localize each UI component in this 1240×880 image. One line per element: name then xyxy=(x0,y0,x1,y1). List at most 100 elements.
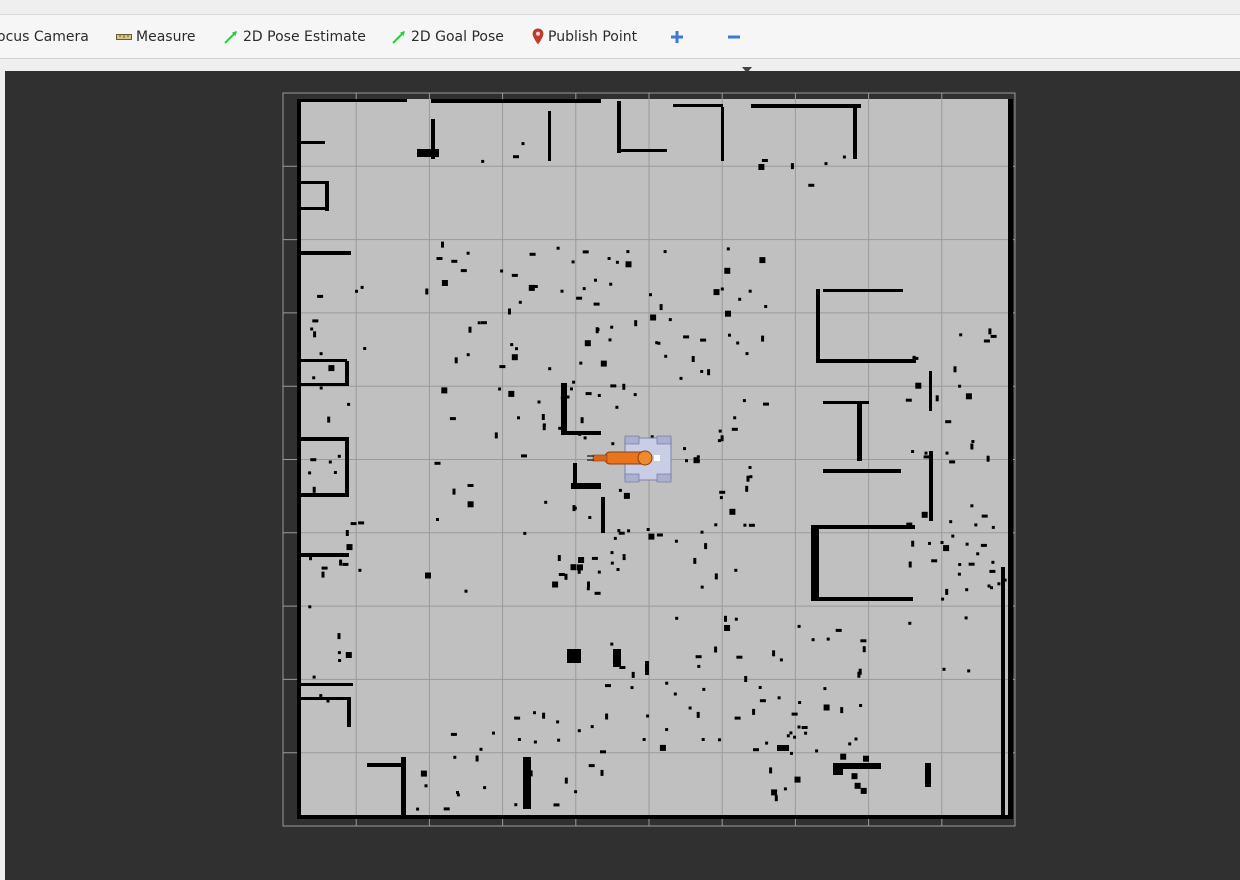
obstacle-cell xyxy=(665,681,669,685)
obstacle-cell xyxy=(702,687,706,691)
obstacle-cell xyxy=(327,416,331,423)
obstacle-cell xyxy=(928,541,931,545)
obstacle-cell xyxy=(990,334,997,338)
obstacle-cell xyxy=(619,666,626,669)
obstacle-cell xyxy=(835,628,842,632)
obstacle-cell xyxy=(923,455,930,459)
obstacle-cell xyxy=(659,744,666,751)
obstacle-cell xyxy=(310,458,317,462)
obstacle-cell xyxy=(605,684,611,688)
obstacle-cell xyxy=(761,335,765,342)
obstacle-cell xyxy=(521,454,527,458)
obstacle-cell xyxy=(350,522,357,526)
publish-point-label: Publish Point xyxy=(548,28,638,45)
minus-icon xyxy=(727,30,741,44)
obstacle-cell xyxy=(801,726,808,729)
obstacle-segment xyxy=(857,401,862,461)
publish-point-button[interactable]: Publish Point xyxy=(532,15,637,58)
obstacle-cell xyxy=(763,402,769,406)
obstacle-cell xyxy=(949,520,953,524)
obstacle-cell xyxy=(935,395,939,402)
obstacle-cell xyxy=(769,767,773,774)
obstacle-cell xyxy=(477,321,481,325)
obstacle-cell xyxy=(777,696,781,700)
obstacle-cell xyxy=(958,563,962,566)
obstacle-cell xyxy=(443,807,450,811)
obstacle-cell xyxy=(851,773,858,780)
obstacle-cell xyxy=(319,386,323,390)
obstacle-cell xyxy=(591,556,598,560)
3d-render-view[interactable] xyxy=(5,71,1240,880)
obstacle-segment xyxy=(823,469,901,473)
obstacle-cell xyxy=(749,475,753,479)
obstacle-cell xyxy=(464,589,468,593)
obstacle-cell xyxy=(911,450,915,453)
obstacle-cell xyxy=(542,423,546,427)
obstacle-cell xyxy=(328,460,332,464)
obstacle-cell xyxy=(342,562,349,566)
obstacle-cell xyxy=(840,753,847,760)
obstacle-cell xyxy=(968,562,975,566)
obstacle-cell xyxy=(467,501,474,508)
remove-tool-button[interactable] xyxy=(727,15,745,58)
obstacle-cell xyxy=(466,251,470,255)
obstacle-cell xyxy=(991,560,995,564)
obstacle-cell xyxy=(436,257,443,260)
obstacle-cell xyxy=(570,387,573,391)
obstacle-segment xyxy=(301,697,347,700)
obstacle-cell xyxy=(610,325,614,329)
obstacle-cell xyxy=(764,305,768,308)
obstacle-cell xyxy=(441,241,444,248)
obstacle-cell xyxy=(714,646,718,653)
obstacle-segment xyxy=(301,493,345,497)
obstacle-cell xyxy=(794,776,801,783)
green-arrow-icon xyxy=(223,29,239,45)
obstacle-cell xyxy=(600,360,607,367)
obstacle-cell xyxy=(588,516,592,519)
obstacle-segment xyxy=(301,141,325,144)
obstacle-cell xyxy=(791,712,798,716)
obstacle-cell xyxy=(623,492,630,499)
obstacle-cell xyxy=(693,457,700,464)
obstacle-cell xyxy=(618,531,625,535)
obstacle-segment xyxy=(929,371,932,411)
obstacle-cell xyxy=(965,393,972,400)
obstacle-cell xyxy=(1003,578,1007,582)
obstacle-cell xyxy=(309,554,312,561)
goal-pose-label: 2D Goal Pose xyxy=(411,28,504,45)
obstacle-cell xyxy=(945,451,949,455)
measure-button[interactable]: Measure xyxy=(116,15,196,58)
obstacle-cell xyxy=(560,396,564,400)
obstacle-cell xyxy=(987,584,991,588)
obstacle-cell xyxy=(714,523,718,527)
obstacle-cell xyxy=(608,338,612,342)
obstacle-cell xyxy=(513,155,519,159)
goal-pose-button[interactable]: 2D Goal Pose xyxy=(391,15,504,58)
obstacle-cell xyxy=(717,439,721,443)
obstacle-segment xyxy=(811,525,819,601)
obstacle-cell xyxy=(908,561,912,568)
obstacle-cell xyxy=(308,605,312,609)
obstacle-cell xyxy=(745,485,749,492)
obstacle-cell xyxy=(976,552,980,556)
obstacle-cell xyxy=(584,340,591,347)
occupancy-grid-map xyxy=(282,92,1016,827)
obstacle-cell xyxy=(724,625,731,631)
add-tool-button[interactable] xyxy=(670,15,688,58)
obstacle-cell xyxy=(451,259,458,263)
obstacle-cell xyxy=(441,280,448,286)
obstacle-cell xyxy=(321,566,328,570)
obstacle-cell xyxy=(452,488,456,495)
obstacle-cell xyxy=(499,365,506,369)
obstacle-cell xyxy=(924,451,928,455)
obstacle-cell xyxy=(483,786,487,790)
obstacle-cell xyxy=(595,327,599,334)
obstacle-cell xyxy=(600,750,606,754)
pose-estimate-label: 2D Pose Estimate xyxy=(243,28,366,45)
obstacle-cell xyxy=(310,327,314,331)
focus-camera-button[interactable]: ocus Camera xyxy=(0,15,89,58)
obstacle-cell xyxy=(724,267,731,274)
pose-estimate-button[interactable]: 2D Pose Estimate xyxy=(223,15,366,58)
obstacle-cell xyxy=(826,637,830,641)
obstacle-segment xyxy=(721,107,724,161)
